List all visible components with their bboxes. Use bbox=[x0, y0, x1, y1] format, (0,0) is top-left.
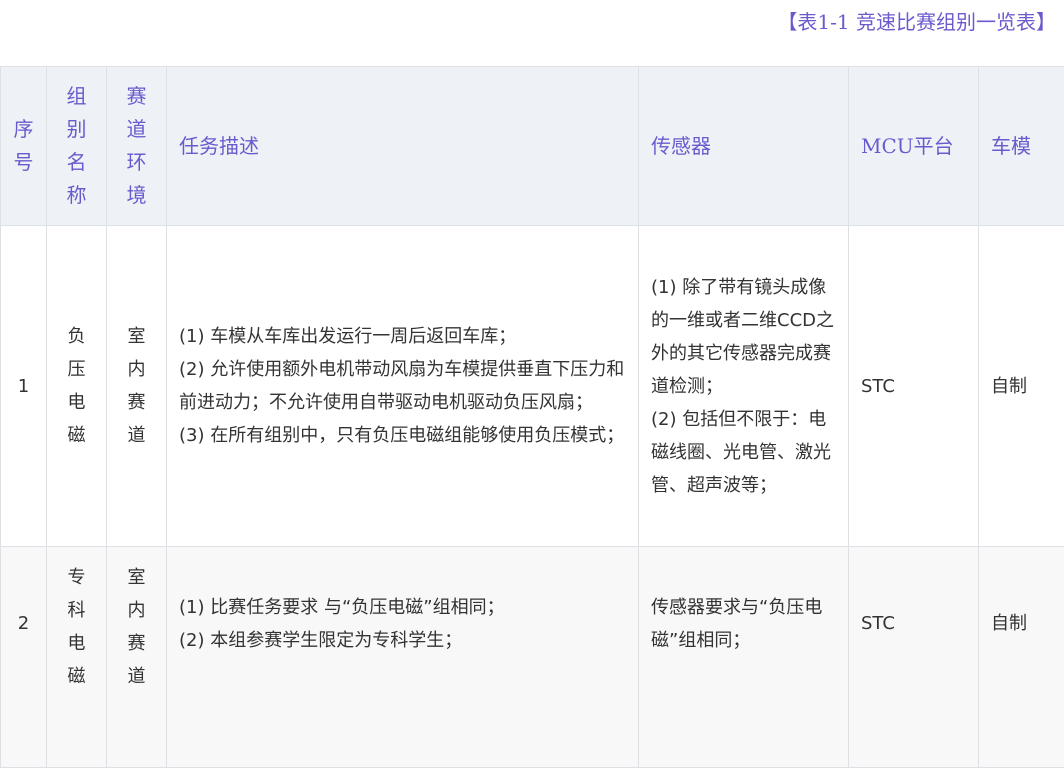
cell-group: 负压电磁 bbox=[47, 226, 107, 547]
cell-group: 专科电磁 bbox=[47, 547, 107, 768]
header-index: 序号 bbox=[1, 67, 47, 226]
cell-car: 自制 bbox=[979, 547, 1064, 768]
table-row: 1 负压电磁 室内赛道 (1) 车模从车库出发运行一周后返回车库；(2) 允许使… bbox=[1, 226, 1064, 547]
cell-task: (1) 车模从车库出发运行一周后返回车库；(2) 允许使用额外电机带动风扇为车模… bbox=[167, 226, 639, 547]
cell-index: 2 bbox=[1, 547, 47, 768]
cell-sensor: (1) 除了带有镜头成像的一维或者二维CCD之外的其它传感器完成赛道检测；(2)… bbox=[639, 226, 849, 547]
header-track: 赛道环境 bbox=[107, 67, 167, 226]
table-row: 2 专科电磁 室内赛道 (1) 比赛任务要求 与“负压电磁”组相同；(2) 本组… bbox=[1, 547, 1064, 768]
competition-groups-table: 序号 组别名称 赛道环境 任务描述 传感器 MCU平台 车模 1 负压电磁 室内… bbox=[0, 66, 1064, 768]
header-group: 组别名称 bbox=[47, 67, 107, 226]
cell-index: 1 bbox=[1, 226, 47, 547]
cell-task: (1) 比赛任务要求 与“负压电磁”组相同；(2) 本组参赛学生限定为专科学生； bbox=[167, 547, 639, 768]
cell-track: 室内赛道 bbox=[107, 226, 167, 547]
header-car: 车模 bbox=[979, 67, 1064, 226]
cell-car: 自制 bbox=[979, 226, 1064, 547]
header-mcu: MCU平台 bbox=[849, 67, 979, 226]
header-task: 任务描述 bbox=[167, 67, 639, 226]
cell-sensor: 传感器要求与“负压电磁”组相同； bbox=[639, 547, 849, 768]
cell-track: 室内赛道 bbox=[107, 547, 167, 768]
header-sensor: 传感器 bbox=[639, 67, 849, 226]
table-caption: 【表1-1 竞速比赛组别一览表】 bbox=[777, 6, 1056, 35]
cell-mcu: STC bbox=[849, 547, 979, 768]
cell-mcu: STC bbox=[849, 226, 979, 547]
table-header-row: 序号 组别名称 赛道环境 任务描述 传感器 MCU平台 车模 bbox=[1, 67, 1064, 226]
